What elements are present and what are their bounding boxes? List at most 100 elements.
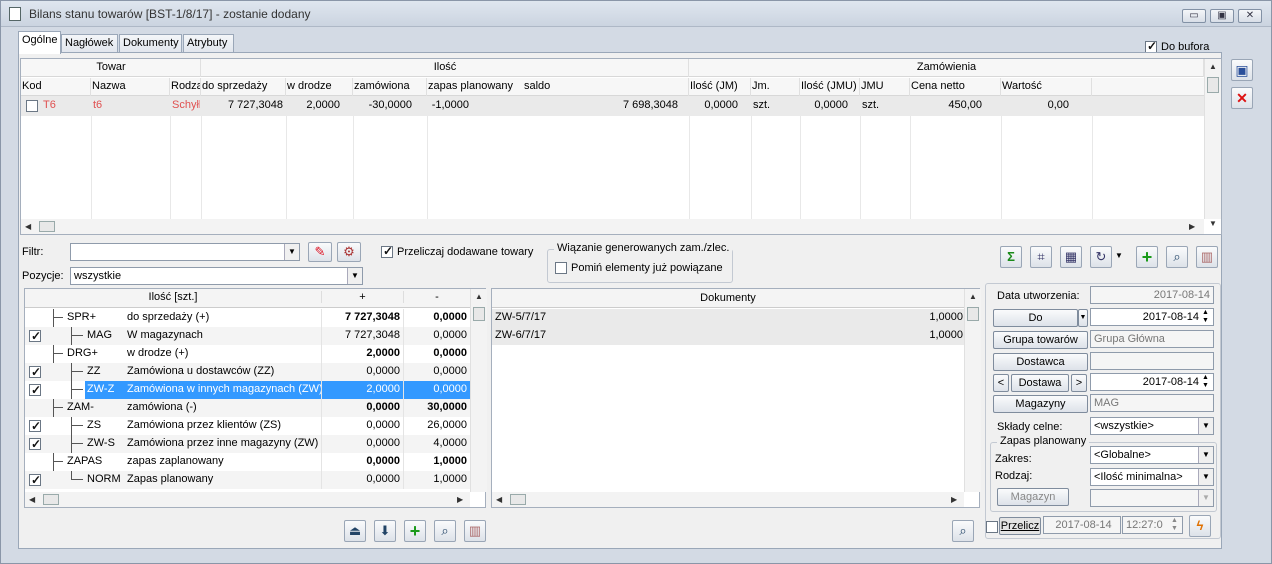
przeliczaj-checkbox[interactable] xyxy=(381,244,393,258)
col-ilosc-jm[interactable]: Ilość (JM) xyxy=(689,78,751,96)
docs-vscrollbar[interactable]: ▲ xyxy=(964,289,981,492)
przelicz-checkbox[interactable] xyxy=(986,521,998,533)
close-window-button[interactable]: ✕ xyxy=(1238,9,1262,23)
filter-input[interactable]: ▼ xyxy=(70,243,300,261)
pomin-checkbox[interactable] xyxy=(555,262,567,274)
generate-icon[interactable]: ↻ xyxy=(1090,246,1112,268)
date-spinner-icon[interactable]: ▲ ▼ xyxy=(1202,374,1209,390)
next-dostawa-button[interactable]: > xyxy=(1071,374,1087,392)
row-checkbox[interactable] xyxy=(29,382,41,399)
date-spinner-icon[interactable]: ▲ ▼ xyxy=(1202,309,1209,325)
col-rodzaj[interactable]: Rodza xyxy=(170,78,201,96)
add-icon[interactable]: + xyxy=(404,520,426,542)
calendar-icon[interactable]: ▦ xyxy=(1060,246,1082,268)
table-row[interactable]: MAG W magazynach 7 727,30480,0000 xyxy=(25,327,470,345)
table-row[interactable]: ZW-5/7/17 1,0000 xyxy=(492,309,964,327)
sklady-celne-select[interactable]: <wszystkie> ▼ xyxy=(1090,417,1214,435)
lightning-icon[interactable]: ϟ xyxy=(1189,515,1211,537)
prev-dostawa-button[interactable]: < xyxy=(993,374,1009,392)
col-zapas-planowany[interactable]: zapas planowany xyxy=(427,78,523,96)
clear-filter-icon[interactable]: ✎ xyxy=(308,242,332,262)
tab-dokumenty[interactable]: Dokumenty xyxy=(119,34,182,53)
grupa-towarow-button[interactable]: Grupa towarów xyxy=(993,331,1088,349)
chevron-down-icon[interactable]: ▼ xyxy=(347,268,362,284)
magazyny-button[interactable]: Magazyny xyxy=(993,395,1088,413)
search-icon[interactable]: ⌕ xyxy=(434,520,456,542)
do-date-field[interactable]: 2017-08-14 xyxy=(1090,308,1214,326)
search-icon[interactable]: ⌕ xyxy=(1166,246,1188,268)
col-nazwa[interactable]: Nazwa xyxy=(91,78,170,96)
row-checkbox[interactable] xyxy=(29,436,41,453)
col-saldo[interactable]: saldo xyxy=(523,78,689,96)
col-jm[interactable]: Jm. xyxy=(751,78,800,96)
chevron-down-icon[interactable]: ▼ xyxy=(1115,251,1123,260)
chevron-down-icon[interactable]: ▼ xyxy=(1198,469,1213,485)
col-ilosc-jmu[interactable]: Ilość (JMU) xyxy=(800,78,860,96)
row-checkbox[interactable] xyxy=(29,328,41,345)
tab-ogolne[interactable]: Ogólne xyxy=(18,31,61,54)
grid-hscrollbar[interactable]: ◀ ▶ xyxy=(21,219,1204,234)
dostawa-date-field[interactable]: 2017-08-14 xyxy=(1090,373,1214,391)
sum-icon[interactable]: Σ xyxy=(1000,246,1022,268)
maximize-button[interactable]: ▣ xyxy=(1210,9,1234,23)
save-icon[interactable]: ▣ xyxy=(1231,59,1253,81)
table-row[interactable]: ZS Zamówiona przez klientów (ZS) 0,000026,… xyxy=(25,417,470,435)
dostawa-button[interactable]: Dostawa xyxy=(1011,374,1069,392)
grid-vscrollbar[interactable]: ▲ ▼ xyxy=(1204,59,1221,228)
magazyn-button[interactable]: Magazyn xyxy=(997,488,1069,506)
table-row[interactable]: T6 t6 Schyłk 7 727,3048 2,0000 -30,0000 … xyxy=(21,96,1204,116)
tree-vscrollbar[interactable]: ▲ xyxy=(470,289,487,492)
col-w-drodze[interactable]: w drodze xyxy=(286,78,353,96)
col-jmu[interactable]: JMU xyxy=(860,78,910,96)
tab-naglowek[interactable]: Nagłówek xyxy=(61,34,118,53)
cancel-icon[interactable]: ✕ xyxy=(1231,87,1253,109)
vscroll-thumb[interactable] xyxy=(1207,77,1219,93)
chevron-down-icon[interactable]: ▼ xyxy=(1198,447,1213,463)
add-icon[interactable]: + xyxy=(1136,246,1158,268)
calculate-icon[interactable]: ⌗ xyxy=(1030,246,1052,268)
vscroll-thumb[interactable] xyxy=(967,307,979,321)
filter-wizard-icon[interactable]: ⚙ xyxy=(337,242,361,262)
row-checkbox[interactable] xyxy=(29,418,41,435)
pozycje-select[interactable]: wszystkie ▼ xyxy=(70,267,363,285)
move-down-icon[interactable]: ⬇ xyxy=(374,520,396,542)
table-row[interactable]: ZAM-zamówiona (-) 0,0000 30,0000 xyxy=(25,399,470,417)
chevron-down-icon[interactable]: ▼ xyxy=(1198,418,1213,434)
tab-atrybuty[interactable]: Atrybuty xyxy=(183,34,234,53)
docs-hscrollbar[interactable]: ◀ ▶ xyxy=(492,492,964,507)
col-kod[interactable]: Kod xyxy=(21,78,91,96)
hscroll-thumb[interactable] xyxy=(43,494,59,505)
row-checkbox[interactable] xyxy=(26,100,38,112)
delete-icon[interactable]: ▥ xyxy=(464,520,486,542)
col-zamowiona[interactable]: zamówiona xyxy=(353,78,427,96)
zakres-select[interactable]: <Globalne> ▼ xyxy=(1090,446,1214,464)
tree-hscrollbar[interactable]: ◀ ▶ xyxy=(25,492,470,507)
row-checkbox[interactable] xyxy=(29,472,41,489)
move-up-icon[interactable]: ⏏ xyxy=(344,520,366,542)
row-checkbox[interactable] xyxy=(29,364,41,381)
table-row[interactable]: ZW-6/7/17 1,0000 xyxy=(492,327,964,345)
col-do-sprzedazy[interactable]: do sprzedaży xyxy=(201,78,286,96)
do-button[interactable]: Do xyxy=(993,309,1078,327)
header-plus: + xyxy=(321,291,403,303)
dostawca-button[interactable]: Dostawca xyxy=(993,353,1088,371)
przelicz-button[interactable]: Przelicz xyxy=(999,517,1041,535)
table-row[interactable]: NORM Zapas planowany 0,00001,0000 xyxy=(25,471,470,489)
table-row[interactable]: ZAPAS zapas zaplanowany 0,0000 1,0000 xyxy=(25,453,470,471)
table-row[interactable]: ZZ Zamówiona u dostawców (ZZ) 0,00000,0000 xyxy=(25,363,470,381)
hscroll-thumb[interactable] xyxy=(510,494,526,505)
hscroll-thumb[interactable] xyxy=(39,221,55,232)
col-wartosc[interactable]: Wartość xyxy=(1001,78,1092,96)
rodzaj-select[interactable]: <Ilość minimalna> ▼ xyxy=(1090,468,1214,486)
chevron-down-icon[interactable]: ▼ xyxy=(1078,309,1088,327)
vscroll-thumb[interactable] xyxy=(473,307,485,321)
table-row[interactable]: ZW-ZZamówiona w innych magazynach (ZW)2,… xyxy=(25,381,470,399)
table-row[interactable]: DRG+ w drodze (+) 2,0000 0,0000 xyxy=(25,345,470,363)
table-row[interactable]: ZW-S Zamówiona przez inne magazyny (ZW)0,… xyxy=(25,435,470,453)
col-cena-netto[interactable]: Cena netto xyxy=(910,78,1001,96)
minimize-button[interactable]: ▭ xyxy=(1182,9,1206,23)
chevron-down-icon[interactable]: ▼ xyxy=(284,244,299,260)
delete-icon[interactable]: ▥ xyxy=(1196,246,1218,268)
table-row[interactable]: SPR+ do sprzedaży (+) 7 727,3048 0,0000 xyxy=(25,309,470,327)
search-icon[interactable]: ⌕ xyxy=(952,520,974,542)
